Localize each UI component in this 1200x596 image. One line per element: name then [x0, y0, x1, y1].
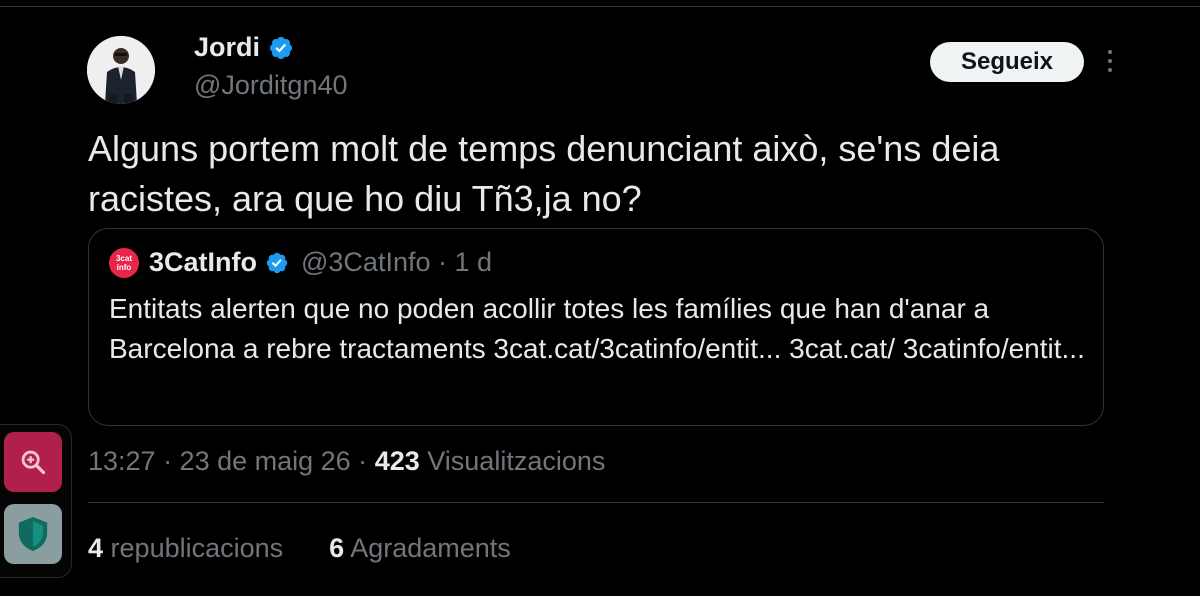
shield-icon	[18, 517, 48, 551]
tweet-text: Alguns portem molt de temps denunciant a…	[88, 128, 1000, 219]
stats-divider	[88, 502, 1104, 503]
likes-count: 6	[329, 533, 345, 563]
zoom-in-icon	[21, 450, 46, 475]
author-display-name[interactable]: Jordi	[194, 32, 260, 63]
quoted-tweet-header: 3cat info 3CatInfo @3CatInfo · 1 d	[109, 247, 492, 278]
author-handle[interactable]: @Jorditgn40	[194, 70, 348, 101]
follow-button[interactable]: Segueix	[930, 42, 1084, 82]
quoted-author-handle-time: @3CatInfo · 1 d	[301, 247, 493, 277]
quoted-tweet[interactable]: 3cat info 3CatInfo @3CatInfo · 1 d Entit…	[88, 228, 1104, 426]
tweet-timestamp[interactable]: 13:27 · 23 de maig 26 ·	[88, 446, 375, 476]
author-avatar[interactable]	[87, 36, 155, 104]
verified-badge-icon	[266, 252, 288, 273]
tweet-meta: 13:27 · 23 de maig 26 · 423 Visualitzaci…	[88, 446, 605, 477]
likes-stat[interactable]: 6 Agradaments	[329, 533, 511, 564]
reposts-count: 4	[88, 533, 104, 563]
zoom-button[interactable]	[4, 432, 62, 492]
views-count: 423	[374, 446, 420, 476]
quoted-author-logo: 3cat info	[109, 247, 139, 278]
quoted-tweet-text: Entitats alerten que no poden acollir to…	[109, 293, 1085, 364]
quoted-author-name: 3CatInfo	[149, 247, 257, 277]
top-divider	[0, 6, 1200, 7]
reposts-stat[interactable]: 4 republicacions	[88, 533, 283, 564]
views-label: Visualitzacions	[427, 446, 606, 476]
author-name-row: Jordi	[194, 32, 294, 63]
likes-label: Agradaments	[350, 533, 511, 563]
person-avatar-icon	[87, 36, 155, 104]
verified-badge-icon	[269, 36, 293, 59]
more-options-icon[interactable]	[1100, 50, 1120, 76]
shield-button[interactable]	[4, 504, 62, 564]
engagement-stats: 4 republicacions 6 Agradaments	[88, 533, 511, 564]
reposts-label: republicacions	[110, 533, 284, 563]
